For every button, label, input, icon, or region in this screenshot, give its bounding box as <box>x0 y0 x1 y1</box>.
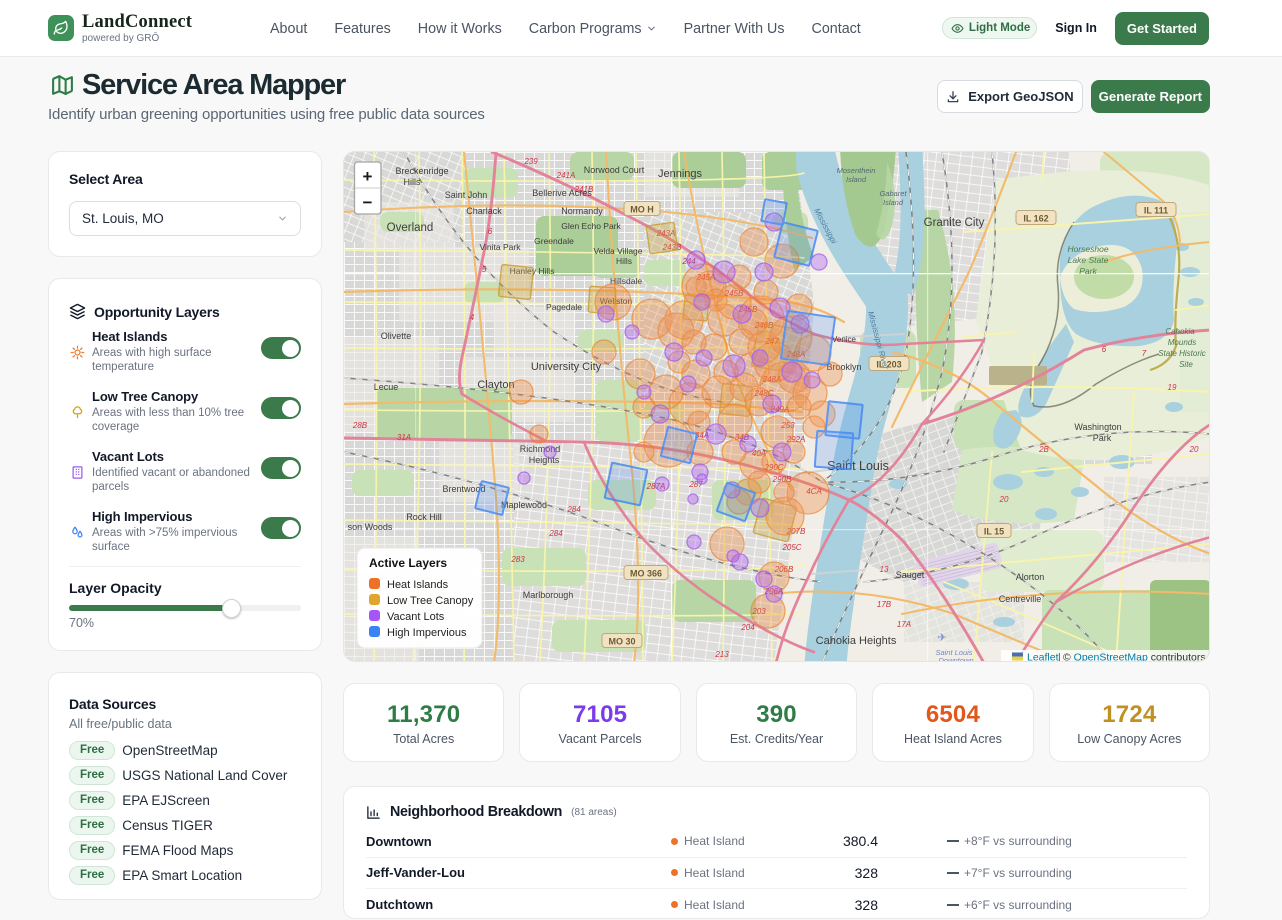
svg-text:© OpenStreetMap contributors: © OpenStreetMap contributors <box>1063 652 1206 663</box>
svg-text:Hills: Hills <box>404 177 421 187</box>
svg-text:Rock Hill: Rock Hill <box>406 512 442 522</box>
svg-text:MO 366: MO 366 <box>630 569 662 579</box>
svg-text:Alorton: Alorton <box>1016 572 1045 582</box>
svg-text:Norwood Court: Norwood Court <box>584 165 645 175</box>
svg-text:205C: 205C <box>781 543 801 552</box>
svg-text:Breckenridge: Breckenridge <box>395 166 448 176</box>
svg-text:Vacant Lots: Vacant Lots <box>387 611 445 623</box>
svg-text:MO 30: MO 30 <box>608 637 635 647</box>
svg-text:High Impervious: High Impervious <box>387 627 467 639</box>
svg-text:State Historic: State Historic <box>1158 349 1206 358</box>
svg-text:Jennings: Jennings <box>658 168 703 180</box>
svg-text:Charlack: Charlack <box>466 206 502 216</box>
svg-text:Venice: Venice <box>832 335 857 344</box>
svg-text:Marlborough: Marlborough <box>523 590 574 600</box>
svg-text:Low Tree Canopy: Low Tree Canopy <box>387 595 474 607</box>
svg-text:Pagedale: Pagedale <box>546 302 582 312</box>
svg-text:Mosenthein: Mosenthein <box>837 166 876 175</box>
svg-text:Downtown: Downtown <box>938 656 973 662</box>
svg-text:6: 6 <box>1102 345 1107 354</box>
svg-text:284: 284 <box>566 505 581 514</box>
svg-text:204: 204 <box>740 623 755 632</box>
svg-text:|: | <box>1058 652 1061 663</box>
svg-text:Granite City: Granite City <box>924 217 985 229</box>
svg-text:Normandy: Normandy <box>561 206 603 216</box>
svg-text:−: − <box>363 193 373 212</box>
svg-text:2B: 2B <box>1038 445 1049 454</box>
svg-text:Washington: Washington <box>1074 422 1121 432</box>
svg-text:284: 284 <box>548 529 563 538</box>
svg-text:Park: Park <box>1093 433 1112 443</box>
svg-text:✈: ✈ <box>937 632 946 644</box>
svg-text:Mounds: Mounds <box>1168 338 1196 347</box>
svg-text:Centreville: Centreville <box>999 594 1042 604</box>
svg-text:Olivette: Olivette <box>381 331 412 341</box>
svg-text:17A: 17A <box>897 620 911 629</box>
svg-text:Velda Village: Velda Village <box>594 246 643 256</box>
svg-text:son Woods: son Woods <box>348 522 393 532</box>
svg-text:Cahokia: Cahokia <box>1165 327 1195 336</box>
svg-text:213: 213 <box>714 650 729 659</box>
svg-text:Saint John: Saint John <box>445 190 488 200</box>
svg-text:Park: Park <box>1079 266 1097 276</box>
svg-text:IL 111: IL 111 <box>1144 206 1168 216</box>
svg-text:Maplewood: Maplewood <box>501 500 547 510</box>
svg-text:Glen Echo Park: Glen Echo Park <box>561 221 621 231</box>
svg-text:5: 5 <box>482 265 487 274</box>
svg-text:Heights: Heights <box>529 455 560 465</box>
svg-text:19: 19 <box>1168 383 1177 392</box>
svg-text:28B: 28B <box>352 421 368 430</box>
svg-text:Horseshoe: Horseshoe <box>1067 244 1108 254</box>
svg-text:IL 15: IL 15 <box>984 527 1004 537</box>
svg-text:Lake State: Lake State <box>1068 255 1109 265</box>
svg-text:13: 13 <box>880 565 889 574</box>
svg-text:IL 162: IL 162 <box>1023 214 1048 224</box>
svg-text:+: + <box>363 167 373 186</box>
svg-text:Hills: Hills <box>616 256 632 266</box>
svg-text:241A: 241A <box>556 171 576 180</box>
svg-text:Heat Islands: Heat Islands <box>387 579 449 591</box>
svg-text:4: 4 <box>470 313 475 322</box>
svg-text:Sauget: Sauget <box>896 570 925 580</box>
svg-text:Active Layers: Active Layers <box>369 556 447 570</box>
svg-text:Island: Island <box>846 175 867 184</box>
svg-text:Gabaret: Gabaret <box>879 189 907 198</box>
svg-text:Bellerive Acres: Bellerive Acres <box>532 188 592 198</box>
svg-text:20: 20 <box>999 495 1009 504</box>
svg-text:Site: Site <box>1179 360 1193 369</box>
svg-text:Overland: Overland <box>387 222 434 234</box>
svg-text:7: 7 <box>1142 349 1147 358</box>
svg-text:Lecue: Lecue <box>374 382 399 392</box>
svg-text:239: 239 <box>523 157 538 166</box>
svg-text:20: 20 <box>1189 445 1199 454</box>
svg-text:Island: Island <box>883 198 904 207</box>
svg-text:MO H: MO H <box>630 205 654 215</box>
svg-text:Greendale: Greendale <box>534 236 574 246</box>
svg-text:6: 6 <box>488 227 493 236</box>
svg-text:Vinita Park: Vinita Park <box>480 242 522 252</box>
svg-text:Cahokia Heights: Cahokia Heights <box>816 635 897 647</box>
svg-text:283: 283 <box>510 555 525 564</box>
svg-text:31A: 31A <box>397 433 411 442</box>
svg-text:University City: University City <box>531 361 602 373</box>
svg-text:Leaflet: Leaflet <box>1027 652 1059 663</box>
svg-text:17B: 17B <box>877 600 892 609</box>
